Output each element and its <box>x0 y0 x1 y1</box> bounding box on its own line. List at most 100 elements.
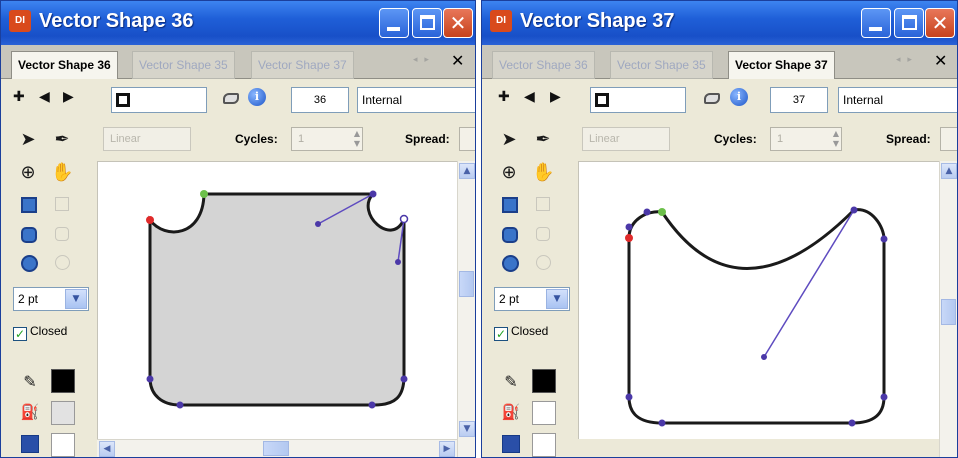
member-name-field[interactable] <box>590 87 686 113</box>
vertex-point[interactable] <box>880 393 888 401</box>
ellipse-outline-icon[interactable] <box>55 255 70 270</box>
minimize-button[interactable] <box>379 8 409 38</box>
vertical-scroll-thumb[interactable] <box>941 299 956 325</box>
next-arrow-icon[interactable]: ▶ <box>63 89 74 105</box>
vector-shape-drawing[interactable] <box>98 162 460 442</box>
vector-canvas[interactable] <box>578 161 939 439</box>
tab-vector-shape-37[interactable]: Vector Shape 37 <box>251 51 354 79</box>
info-icon[interactable]: i <box>248 88 266 106</box>
script-icon[interactable] <box>223 89 249 109</box>
close-tab-icon[interactable]: ✕ <box>451 51 464 70</box>
horizontal-scrollbar[interactable]: ◀ ▶ <box>97 439 457 457</box>
vertex-point[interactable] <box>848 419 856 427</box>
tab-vector-shape-35[interactable]: Vector Shape 35 <box>132 51 235 79</box>
minimize-button[interactable] <box>861 8 891 38</box>
vertex-point[interactable] <box>400 375 408 383</box>
last-vertex-point[interactable] <box>200 190 208 198</box>
closed-checkbox[interactable]: ✓ Closed <box>494 324 548 341</box>
filled-rounded-rectangle-icon[interactable] <box>21 227 37 243</box>
spread-field[interactable] <box>940 127 957 151</box>
maximize-button[interactable] <box>894 8 924 38</box>
scroll-left-icon[interactable]: ◀ <box>99 441 115 457</box>
registration-point-icon[interactable]: ⊕ <box>17 162 39 184</box>
vertex-point[interactable] <box>625 223 633 231</box>
first-vertex-point[interactable] <box>625 234 633 242</box>
prev-arrow-icon[interactable]: ◀ <box>39 89 50 105</box>
last-vertex-point[interactable] <box>658 208 666 216</box>
tab-scroll-arrows-icon[interactable]: ◂ ▸ <box>896 55 914 65</box>
prev-arrow-icon[interactable]: ◀ <box>524 89 535 105</box>
plus-icon[interactable]: ✚ <box>498 89 510 105</box>
plus-icon[interactable]: ✚ <box>13 89 25 105</box>
ellipse-outline-icon[interactable] <box>536 255 551 270</box>
registration-point-icon[interactable]: ⊕ <box>498 162 520 184</box>
pen-tool-icon[interactable]: ✒ <box>532 129 554 151</box>
closed-checkbox[interactable]: ✓ Closed <box>13 324 67 341</box>
fill-color-swatch[interactable] <box>532 401 556 425</box>
filled-ellipse-icon[interactable] <box>21 255 38 272</box>
vertex-point[interactable] <box>850 206 858 214</box>
vertex-point[interactable] <box>369 190 377 198</box>
title-bar[interactable]: DI Vector Shape 37 ✕ <box>482 1 957 45</box>
script-icon[interactable] <box>704 89 730 109</box>
member-number-field[interactable]: 36 <box>291 87 349 113</box>
background-color-swatch[interactable] <box>51 433 75 457</box>
maximize-button[interactable] <box>412 8 442 38</box>
gradient-type-select[interactable]: Linear <box>103 127 191 151</box>
first-vertex-point[interactable] <box>146 216 154 224</box>
rectangle-outline-icon[interactable] <box>55 197 69 211</box>
hand-tool-icon[interactable]: ✋ <box>532 162 554 184</box>
vertex-point[interactable] <box>658 419 666 427</box>
vertex-point[interactable] <box>880 235 888 243</box>
line-width-select[interactable]: 2 pt ▼ <box>13 287 89 311</box>
tab-vector-shape-36[interactable]: Vector Shape 36 <box>11 51 118 79</box>
vertex-point[interactable] <box>146 375 154 383</box>
arrow-tool-icon[interactable]: ➤ <box>17 129 39 151</box>
control-handle-point[interactable] <box>761 354 767 360</box>
scroll-right-icon[interactable]: ▶ <box>439 441 455 457</box>
ink-select[interactable]: Internal <box>357 87 475 113</box>
line-width-select[interactable]: 2 pt ▼ <box>494 287 570 311</box>
vector-shape-drawing[interactable] <box>579 162 941 442</box>
scroll-up-icon[interactable]: ▲ <box>459 163 475 179</box>
close-tab-icon[interactable]: ✕ <box>934 51 947 70</box>
close-button[interactable]: ✕ <box>443 8 473 38</box>
stepper-arrows-icon[interactable]: ▲ ▼ <box>833 129 839 149</box>
next-arrow-icon[interactable]: ▶ <box>550 89 561 105</box>
filled-rectangle-icon[interactable] <box>502 197 518 213</box>
vector-shape-path[interactable] <box>148 192 406 407</box>
vertex-point[interactable] <box>399 214 409 224</box>
rectangle-outline-icon[interactable] <box>536 197 550 211</box>
control-handle-point[interactable] <box>315 221 321 227</box>
filled-ellipse-icon[interactable] <box>502 255 519 272</box>
cycles-stepper[interactable]: 1 ▲ ▼ <box>291 127 363 151</box>
vertex-point[interactable] <box>368 401 376 409</box>
vertex-point[interactable] <box>176 401 184 409</box>
vertical-scroll-thumb[interactable] <box>459 271 474 297</box>
vertical-scrollbar[interactable]: ▲ <box>939 161 957 457</box>
filled-rectangle-icon[interactable] <box>21 197 37 213</box>
rounded-rectangle-outline-icon[interactable] <box>536 227 550 241</box>
stroke-color-swatch[interactable] <box>532 369 556 393</box>
vertical-scrollbar[interactable]: ▲ ▼ <box>457 161 475 457</box>
rounded-rectangle-outline-icon[interactable] <box>55 227 69 241</box>
tab-vector-shape-37[interactable]: Vector Shape 37 <box>728 51 835 79</box>
vector-shape-path[interactable] <box>627 208 886 425</box>
background-color-swatch[interactable] <box>532 433 556 457</box>
member-number-field[interactable]: 37 <box>770 87 828 113</box>
title-bar[interactable]: DI Vector Shape 36 ✕ <box>1 1 475 45</box>
member-name-field[interactable] <box>111 87 207 113</box>
vector-canvas[interactable] <box>97 161 457 439</box>
vertex-point[interactable] <box>643 208 651 216</box>
stroke-color-swatch[interactable] <box>51 369 75 393</box>
info-icon[interactable]: i <box>730 88 748 106</box>
tab-scroll-arrows-icon[interactable]: ◂ ▸ <box>413 55 431 65</box>
filled-rounded-rectangle-icon[interactable] <box>502 227 518 243</box>
vertex-point[interactable] <box>625 393 633 401</box>
scroll-up-icon[interactable]: ▲ <box>941 163 957 179</box>
tab-vector-shape-36[interactable]: Vector Shape 36 <box>492 51 595 79</box>
gradient-type-select[interactable]: Linear <box>582 127 670 151</box>
tab-vector-shape-35[interactable]: Vector Shape 35 <box>610 51 713 79</box>
scroll-down-icon[interactable]: ▼ <box>459 421 475 437</box>
ink-select[interactable]: Internal <box>838 87 957 113</box>
